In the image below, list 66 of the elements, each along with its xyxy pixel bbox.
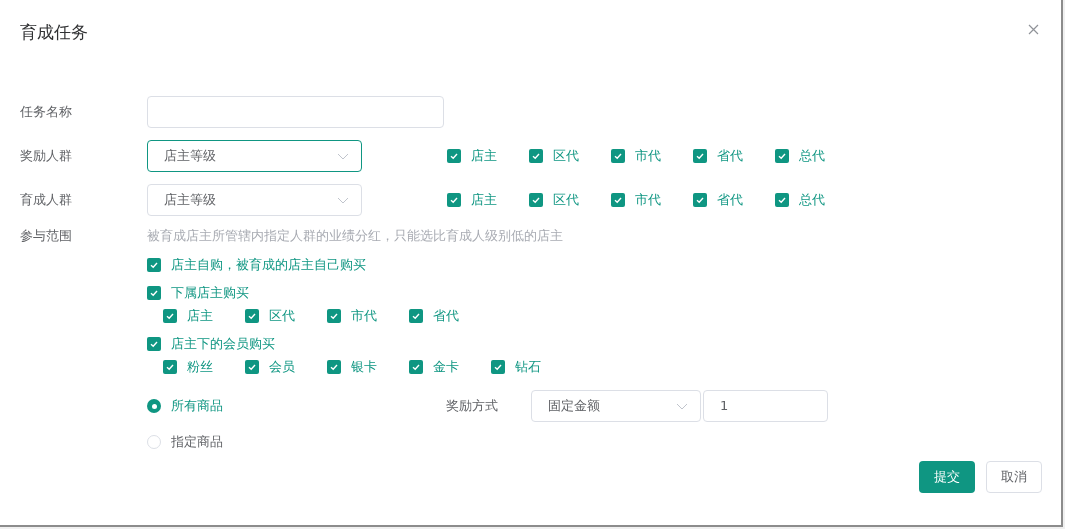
- checkbox-icon: [147, 285, 161, 300]
- checkbox-icon: [693, 193, 707, 207]
- checkbox[interactable]: 省代: [693, 190, 775, 210]
- input-field[interactable]: 1: [703, 390, 828, 422]
- checkbox-icon: [611, 149, 625, 163]
- chevron-down-icon: [337, 196, 349, 204]
- checkbox[interactable]: 店主下的会员购买: [147, 333, 275, 354]
- select-field[interactable]: 店主等级: [147, 140, 362, 172]
- checkbox-icon: [409, 308, 423, 323]
- checkbox[interactable]: 下属店主购买: [147, 282, 249, 303]
- checkbox[interactable]: 会员: [245, 356, 327, 377]
- checkbox[interactable]: 总代: [775, 146, 857, 166]
- input-field[interactable]: [147, 96, 444, 128]
- radio-button[interactable]: 所有商品: [147, 396, 446, 416]
- checkbox[interactable]: 店主: [163, 305, 245, 326]
- checkbox-icon: [147, 257, 161, 272]
- checkbox-icon: [447, 149, 461, 163]
- checkbox[interactable]: 钻石: [491, 356, 573, 377]
- checkbox[interactable]: 区代: [529, 190, 611, 210]
- checkbox[interactable]: 银卡: [327, 356, 409, 377]
- checkbox-icon: [409, 359, 423, 374]
- checkbox-icon: [147, 336, 161, 351]
- checkbox[interactable]: 总代: [775, 190, 857, 210]
- checkbox-icon: [163, 308, 177, 323]
- dialog-title: 育成任务: [20, 21, 88, 45]
- field-label: 育成人群: [20, 191, 73, 210]
- checkbox-icon: [245, 308, 259, 323]
- checkbox[interactable]: 市代: [327, 305, 409, 326]
- field-label: 参与范围: [20, 227, 73, 246]
- close-icon[interactable]: [1028, 23, 1039, 35]
- checkbox-icon: [529, 193, 543, 207]
- checkbox-icon: [491, 359, 505, 374]
- checkbox-icon: [775, 149, 789, 163]
- radio-button[interactable]: 指定商品: [147, 432, 223, 452]
- chevron-down-icon: [337, 152, 349, 160]
- checkbox-icon: [163, 359, 177, 374]
- select-field[interactable]: 店主等级: [147, 184, 362, 216]
- checkbox[interactable]: 金卡: [409, 356, 491, 377]
- checkbox-icon: [327, 359, 341, 374]
- checkbox[interactable]: 市代: [611, 146, 693, 166]
- checkbox-icon: [327, 308, 341, 323]
- checkbox[interactable]: 店主自购，被育成的店主自己购买: [147, 254, 366, 275]
- radio-icon: [147, 399, 161, 413]
- checkbox-icon: [775, 193, 789, 207]
- checkbox[interactable]: 省代: [409, 305, 491, 326]
- checkbox[interactable]: 省代: [693, 146, 775, 166]
- checkbox[interactable]: 区代: [245, 305, 327, 326]
- select-field[interactable]: 固定金额: [531, 390, 701, 422]
- checkbox-icon: [447, 193, 461, 207]
- checkbox[interactable]: 区代: [529, 146, 611, 166]
- checkbox-icon: [693, 149, 707, 163]
- checkbox-icon: [245, 359, 259, 374]
- checkbox[interactable]: 店主: [447, 146, 529, 166]
- hint-text: 被育成店主所管辖内指定人群的业绩分红，只能选比育成人级别低的店主: [147, 227, 563, 246]
- submit-button[interactable]: 提交: [919, 461, 975, 493]
- chevron-down-icon: [676, 402, 688, 410]
- checkbox[interactable]: 店主: [447, 190, 529, 210]
- checkbox[interactable]: 粉丝: [163, 356, 245, 377]
- field-label: 任务名称: [20, 103, 73, 122]
- checkbox-icon: [611, 193, 625, 207]
- cancel-button[interactable]: 取消: [986, 461, 1042, 493]
- field-label: 奖励方式: [446, 397, 499, 416]
- checkbox[interactable]: 市代: [611, 190, 693, 210]
- checkbox-icon: [529, 149, 543, 163]
- field-label: 奖励人群: [20, 147, 73, 166]
- radio-icon: [147, 435, 161, 449]
